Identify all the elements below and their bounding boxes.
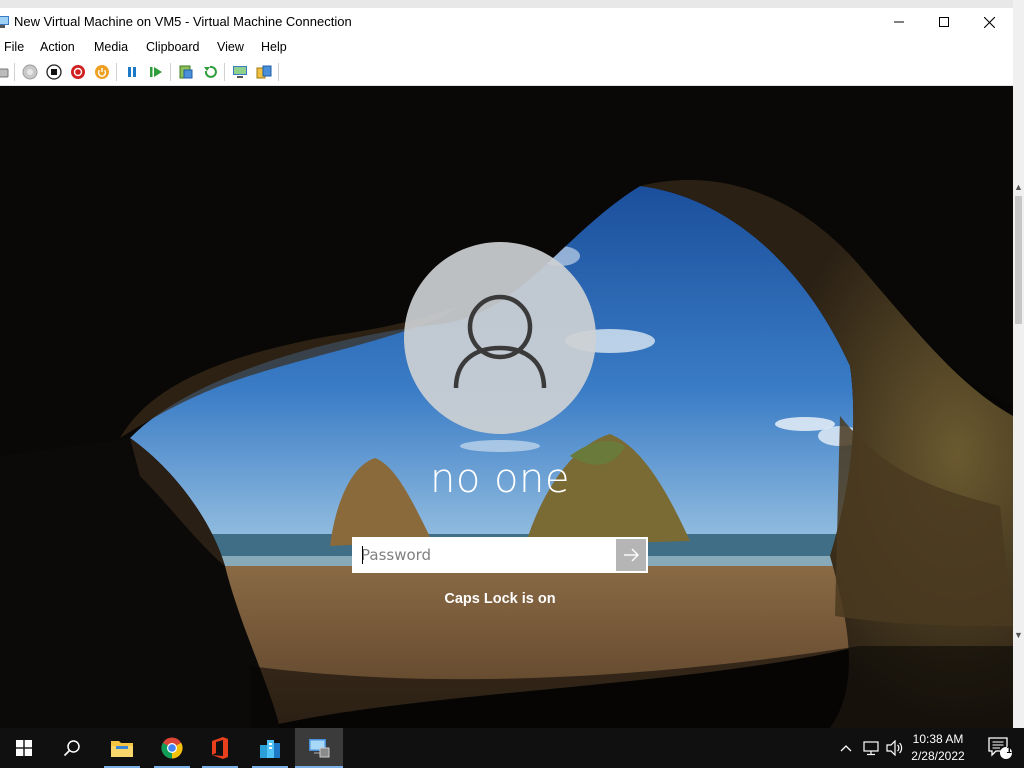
checkpoint-button[interactable]	[178, 64, 194, 80]
toolbar-separator	[116, 63, 117, 81]
chrome-icon	[161, 737, 183, 759]
network-button[interactable]	[862, 739, 880, 757]
volume-icon	[886, 740, 903, 756]
start-button[interactable]	[0, 728, 48, 768]
window-title: New Virtual Machine on VM5 - Virtual Mac…	[14, 14, 352, 29]
checkpoint-icon	[179, 65, 193, 79]
save-state-button[interactable]	[94, 64, 110, 80]
password-box	[352, 537, 648, 573]
password-input[interactable]	[354, 539, 616, 571]
toolbar-separator	[224, 63, 225, 81]
user-avatar	[404, 242, 596, 434]
scrollbar-thumb[interactable]	[1015, 196, 1022, 324]
notification-count: 1	[1006, 745, 1012, 756]
taskbar-office[interactable]	[196, 728, 244, 768]
shut-down-icon	[71, 65, 85, 79]
menu-bar: File Action Media Clipboard View Help	[0, 36, 1013, 58]
host-background	[0, 0, 1024, 8]
taskbar-file-explorer[interactable]	[98, 728, 146, 768]
file-explorer-icon	[111, 741, 133, 757]
taskbar-clock[interactable]: 10:38 AM 2/28/2022	[904, 731, 972, 765]
turn-off-button[interactable]	[46, 64, 62, 80]
start-button[interactable]	[22, 64, 38, 80]
menu-file[interactable]: File	[4, 40, 24, 54]
close-icon	[983, 16, 995, 28]
power-icon	[95, 65, 109, 79]
clock-date: 2/28/2022	[911, 749, 965, 763]
chevron-up-icon	[840, 745, 852, 752]
server-manager-icon	[260, 740, 280, 758]
share-icon	[256, 65, 272, 79]
minimize-icon	[894, 21, 904, 23]
toolbar-separator	[170, 63, 171, 81]
ctrl-alt-del-button[interactable]	[0, 64, 10, 80]
taskbar-vm-connection[interactable]	[295, 728, 343, 768]
search-button[interactable]	[48, 728, 96, 768]
arrow-right-icon	[624, 548, 639, 562]
submit-button[interactable]	[616, 539, 646, 571]
start-icon	[22, 64, 38, 80]
network-icon	[863, 741, 879, 756]
username-label: no one	[430, 456, 570, 502]
vm-connection-window: New Virtual Machine on VM5 - Virtual Mac…	[0, 8, 1013, 728]
menu-action[interactable]: Action	[40, 40, 75, 54]
pause-icon	[128, 67, 136, 77]
minimize-button[interactable]	[876, 8, 922, 36]
vm-connection-icon	[309, 739, 330, 758]
windows-start-icon	[16, 740, 32, 756]
volume-button[interactable]	[886, 739, 904, 757]
show-hidden-icons-button[interactable]	[838, 739, 854, 757]
share-button[interactable]	[256, 64, 272, 80]
search-icon	[63, 740, 80, 757]
text-caret	[362, 546, 363, 564]
user-icon	[453, 294, 547, 389]
caps-lock-warning: Caps Lock is on	[444, 591, 556, 607]
revert-button[interactable]	[202, 64, 218, 80]
menu-media[interactable]: Media	[94, 40, 128, 54]
enhanced-session-icon	[233, 66, 247, 78]
clock-time: 10:38 AM	[912, 732, 964, 746]
resume-icon	[150, 67, 162, 77]
menu-help[interactable]: Help	[261, 40, 287, 54]
action-center-button[interactable]: 1	[978, 728, 1022, 768]
maximize-button[interactable]	[921, 8, 967, 36]
close-button[interactable]	[966, 8, 1012, 36]
toolbar-separator	[278, 63, 279, 81]
title-bar[interactable]: New Virtual Machine on VM5 - Virtual Mac…	[0, 8, 1013, 36]
ctrl-alt-del-icon	[0, 68, 9, 78]
taskbar-chrome[interactable]	[148, 728, 196, 768]
shut-down-button[interactable]	[70, 64, 86, 80]
taskbar: 10:38 AM 2/28/2022 1	[0, 728, 1024, 768]
scroll-down-icon[interactable]: ▼	[1013, 630, 1024, 642]
office-icon	[212, 737, 228, 759]
maximize-icon	[939, 17, 949, 27]
menu-clipboard[interactable]: Clipboard	[146, 40, 200, 54]
taskbar-server-manager[interactable]	[246, 728, 294, 768]
pause-button[interactable]	[124, 64, 140, 80]
lock-screen[interactable]: no one Caps Lock is on	[0, 86, 1013, 728]
enhanced-session-button[interactable]	[232, 64, 248, 80]
vm-window-icon	[0, 15, 9, 28]
toolbar	[0, 58, 1013, 86]
turn-off-icon	[46, 64, 62, 80]
toolbar-separator	[14, 63, 15, 81]
scroll-up-icon[interactable]: ▲	[1013, 182, 1024, 194]
host-window-edge	[1013, 0, 1024, 728]
menu-view[interactable]: View	[217, 40, 244, 54]
resume-button[interactable]	[148, 64, 164, 80]
revert-icon	[204, 65, 217, 78]
